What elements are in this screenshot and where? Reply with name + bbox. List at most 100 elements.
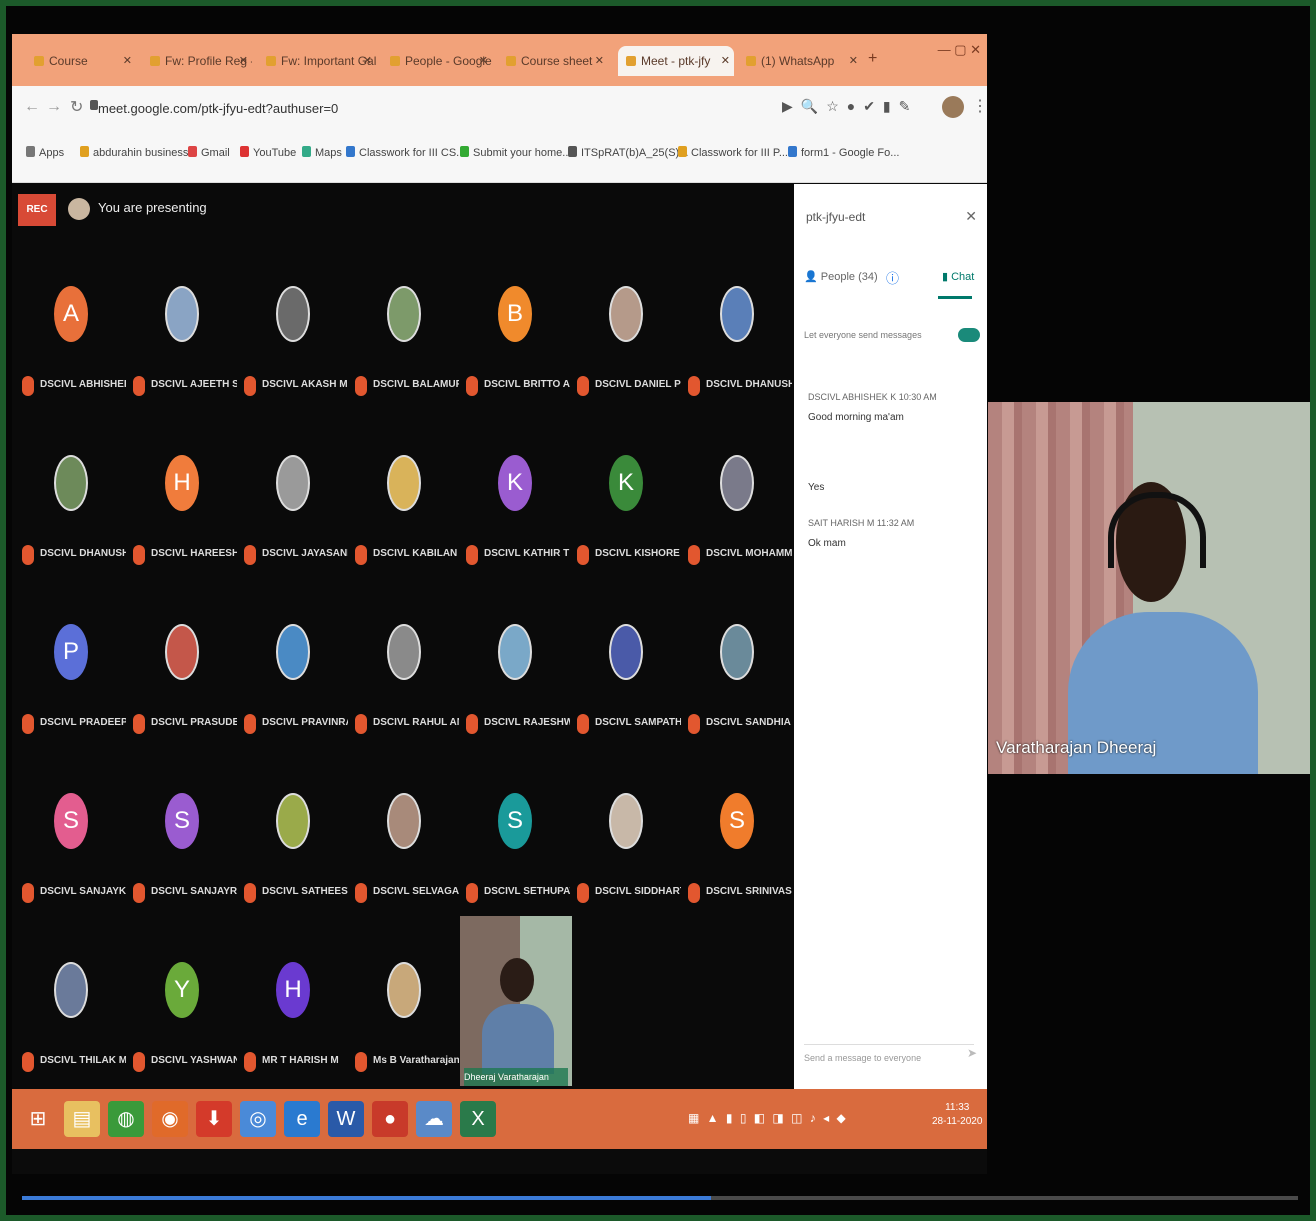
profile-avatar[interactable] bbox=[942, 96, 964, 118]
bookmark-item[interactable]: ITSpRAT(b)A_25(S)... bbox=[568, 146, 688, 159]
extension-icons[interactable]: ▶🔍☆●✔▮✎ bbox=[782, 98, 918, 115]
self-video-tile[interactable]: Dheeraj Varatharajan bbox=[460, 916, 572, 1086]
participant-tile[interactable]: DSCIVL DHANUSHRAJ... bbox=[16, 435, 128, 605]
video-progress-bar[interactable] bbox=[22, 1196, 1298, 1200]
participant-tile[interactable]: DSCIVL DANIEL PRAVIN... bbox=[571, 266, 683, 436]
close-icon[interactable]: ✕ bbox=[965, 208, 977, 225]
windows-start-icon[interactable]: ⊞ bbox=[20, 1101, 56, 1137]
tab-close-icon[interactable]: ✕ bbox=[595, 46, 604, 76]
chat-panel: ptk-jfyu-edt ✕ 👤 People (34) ⓘ ▮ Chat Le… bbox=[794, 184, 987, 1089]
quickbooks-icon[interactable]: ◍ bbox=[108, 1101, 144, 1137]
chrome-icon[interactable]: ◎ bbox=[240, 1101, 276, 1137]
participant-tile[interactable]: DSCIVL SELVAGANESH... bbox=[349, 773, 461, 943]
participant-tile[interactable]: K DSCIVL KATHIR T bbox=[460, 435, 572, 605]
back-icon[interactable]: ← bbox=[24, 98, 40, 116]
participant-tile[interactable]: DSCIVL SIDDHARTH bbox=[571, 773, 683, 943]
participant-tile[interactable]: DSCIVL SANDHIA bbox=[682, 604, 794, 774]
firefox-icon[interactable]: ◉ bbox=[152, 1101, 188, 1137]
participant-tile[interactable]: A DSCIVL ABHISHEK... bbox=[16, 266, 128, 436]
participant-name: DSCIVL AKASH M V bbox=[262, 379, 348, 390]
reload-icon[interactable]: ↻ bbox=[70, 97, 83, 117]
bookmark-item[interactable]: Apps bbox=[26, 146, 64, 159]
info-icon[interactable]: ⓘ bbox=[886, 268, 899, 287]
bookmark-item[interactable]: Classwork for III P... bbox=[678, 146, 788, 159]
participant-tile[interactable]: DSCIVL BALAMURALI M bbox=[349, 266, 461, 436]
tab-close-icon[interactable]: ✕ bbox=[721, 46, 730, 76]
tab-label: Meet - ptk-jfy bbox=[641, 54, 711, 68]
bookmark-item[interactable]: YouTube bbox=[240, 146, 296, 159]
url-field[interactable]: meet.google.com/ptk-jfyu-edt?authuser=0 bbox=[98, 96, 738, 122]
active-tab-indicator bbox=[938, 296, 972, 299]
participant-tile[interactable]: S DSCIVL SANJAYRAM R bbox=[127, 773, 239, 943]
system-tray-icons[interactable]: ▦ ▲ ▮ ▯ ◧ ◨ ◫ ♪ ◂ ◆ bbox=[688, 1111, 848, 1125]
participant-name: DSCIVL KISHORE SB bbox=[595, 548, 681, 559]
participant-avatar bbox=[276, 793, 310, 849]
participant-tile[interactable]: S DSCIVL SANJAYKUMA... bbox=[16, 773, 128, 943]
bookmark-item[interactable]: Gmail bbox=[188, 146, 230, 159]
participant-tile[interactable]: B DSCIVL BRITTO AG bbox=[460, 266, 572, 436]
tab-close-icon[interactable]: ✕ bbox=[123, 46, 132, 76]
word-icon[interactable]: W bbox=[328, 1101, 364, 1137]
excel-icon[interactable]: X bbox=[460, 1101, 496, 1137]
recorder-icon[interactable]: ● bbox=[372, 1101, 408, 1137]
browser-tab[interactable]: (1) WhatsApp ✕ bbox=[738, 46, 862, 76]
participant-tile[interactable]: DSCIVL PRAVINRAJ J bbox=[238, 604, 350, 774]
participant-tile[interactable]: P DSCIVL PRADEEPKUM... bbox=[16, 604, 128, 774]
participant-name: DSCIVL DHANUSHKE... bbox=[706, 379, 792, 390]
participant-tile[interactable]: DSCIVL MOHAMMED A... bbox=[682, 435, 794, 605]
internet-explorer-icon[interactable]: e bbox=[284, 1101, 320, 1137]
bookmark-item[interactable]: abdurahin business bbox=[80, 146, 188, 159]
browser-tab[interactable]: Fw: Profile Reg - info✕ bbox=[142, 46, 252, 76]
forward-icon[interactable]: → bbox=[46, 98, 62, 116]
participant-name: DSCIVL RAHUL ANAN... bbox=[373, 717, 459, 728]
bookmark-item[interactable]: Classwork for III CS... bbox=[346, 146, 465, 159]
file-explorer-icon[interactable]: ▤ bbox=[64, 1101, 100, 1137]
participant-tile[interactable]: DSCIVL KABILAN B bbox=[349, 435, 461, 605]
participant-tile[interactable]: S DSCIVL SRINIVASARAJ P bbox=[682, 773, 794, 943]
participant-tile[interactable]: H MR T HARISH M bbox=[238, 942, 350, 1112]
participant-tile[interactable]: Y DSCIVL YASHWANTH... bbox=[127, 942, 239, 1112]
tab-close-icon[interactable]: ✕ bbox=[849, 46, 858, 76]
mic-off-icon bbox=[577, 883, 589, 903]
browser-tab[interactable]: People - Google F✕ bbox=[382, 46, 492, 76]
bookmark-icon bbox=[678, 146, 687, 157]
participant-avatar: S bbox=[498, 793, 532, 849]
bookmark-item[interactable]: Submit your home... bbox=[460, 146, 571, 159]
participant-tile[interactable]: Ms B Varatharajan HODCT... bbox=[349, 942, 461, 1112]
participant-tile[interactable]: DSCIVL SATHEESWA... bbox=[238, 773, 350, 943]
tab-close-icon[interactable]: ✕ bbox=[479, 46, 488, 76]
participant-tile[interactable]: DSCIVL RAJESHWARI C... bbox=[460, 604, 572, 774]
tab-people[interactable]: 👤 People (34) bbox=[804, 270, 878, 283]
bookmark-item[interactable]: form1 - Google Fo... bbox=[788, 146, 899, 159]
downloader-icon[interactable]: ⬇ bbox=[196, 1101, 232, 1137]
send-messages-toggle[interactable] bbox=[958, 328, 980, 342]
participant-name: DSCIVL SANDHIA bbox=[706, 717, 791, 728]
participant-tile[interactable]: DSCIVL DHANUSHKE... bbox=[682, 266, 794, 436]
tab-chat[interactable]: ▮ Chat bbox=[942, 270, 974, 283]
browser-tab[interactable]: Meet - ptk-jfy ✕ bbox=[618, 46, 734, 76]
browser-tab[interactable]: Course sheet ✕ bbox=[498, 46, 608, 76]
participant-tile[interactable]: H DSCIVL HAREESH R bbox=[127, 435, 239, 605]
participant-tile[interactable]: DSCIVL SAMPATH RAJ F bbox=[571, 604, 683, 774]
participant-avatar: K bbox=[609, 455, 643, 511]
participant-avatar: S bbox=[165, 793, 199, 849]
participant-tile[interactable]: DSCIVL AKASH M V bbox=[238, 266, 350, 436]
send-icon[interactable]: ➤ bbox=[967, 1046, 977, 1060]
participant-tile[interactable]: DSCIVL JAYASANKER bbox=[238, 435, 350, 605]
participant-tile[interactable]: DSCIVL THILAK M bbox=[16, 942, 128, 1112]
participant-tile[interactable]: DSCIVL RAHUL ANAN... bbox=[349, 604, 461, 774]
participant-tile[interactable]: K DSCIVL KISHORE SB bbox=[571, 435, 683, 605]
window-controls[interactable]: — ▢ ✕ bbox=[938, 42, 981, 58]
taskbar-clock[interactable]: 11:33 28-11-2020 bbox=[932, 1101, 982, 1129]
new-tab-button[interactable]: + bbox=[868, 50, 877, 68]
tab-close-icon[interactable]: ✕ bbox=[239, 46, 248, 76]
menu-icon[interactable]: ⋮ bbox=[972, 96, 988, 116]
tab-close-icon[interactable]: ✕ bbox=[363, 46, 372, 76]
chat-input[interactable]: Send a message to everyone bbox=[804, 1044, 974, 1063]
browser-tab[interactable]: Fw: Important Gallery✕ bbox=[258, 46, 376, 76]
participant-tile[interactable]: DSCIVL AJEETH S bbox=[127, 266, 239, 436]
browser-tab[interactable]: Course ✕ bbox=[26, 46, 136, 76]
participant-tile[interactable]: DSCIVL PRASUDESWARY bbox=[127, 604, 239, 774]
bookmark-item[interactable]: Maps bbox=[302, 146, 342, 159]
network-icon[interactable]: ☁ bbox=[416, 1101, 452, 1137]
